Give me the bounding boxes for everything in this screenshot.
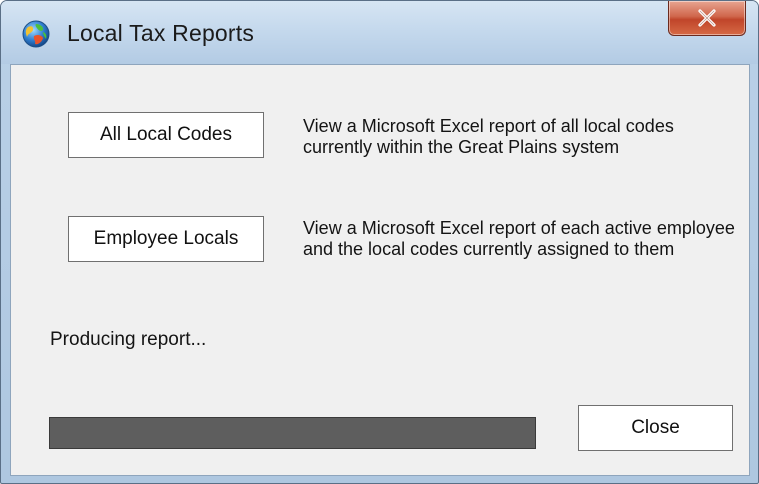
close-button[interactable]: Close — [578, 405, 733, 451]
close-icon — [698, 9, 716, 27]
progress-bar-fill — [50, 418, 535, 448]
title-bar[interactable]: Local Tax Reports — [1, 1, 758, 64]
window-title: Local Tax Reports — [67, 20, 255, 46]
employee-locals-button[interactable]: Employee Locals — [68, 216, 264, 262]
status-text: Producing report... — [50, 329, 207, 350]
all-local-codes-description: View a Microsoft Excel report of all loc… — [303, 116, 674, 157]
employee-locals-description: View a Microsoft Excel report of each ac… — [303, 218, 735, 259]
progress-bar — [49, 417, 536, 449]
dialog-client-area: All Local Codes View a Microsoft Excel r… — [10, 64, 750, 476]
all-local-codes-button[interactable]: All Local Codes — [68, 112, 264, 158]
window-close-button[interactable] — [668, 1, 746, 36]
app-globe-icon — [22, 20, 50, 48]
dialog-window: Local Tax Reports All Local Codes View a… — [0, 0, 759, 484]
